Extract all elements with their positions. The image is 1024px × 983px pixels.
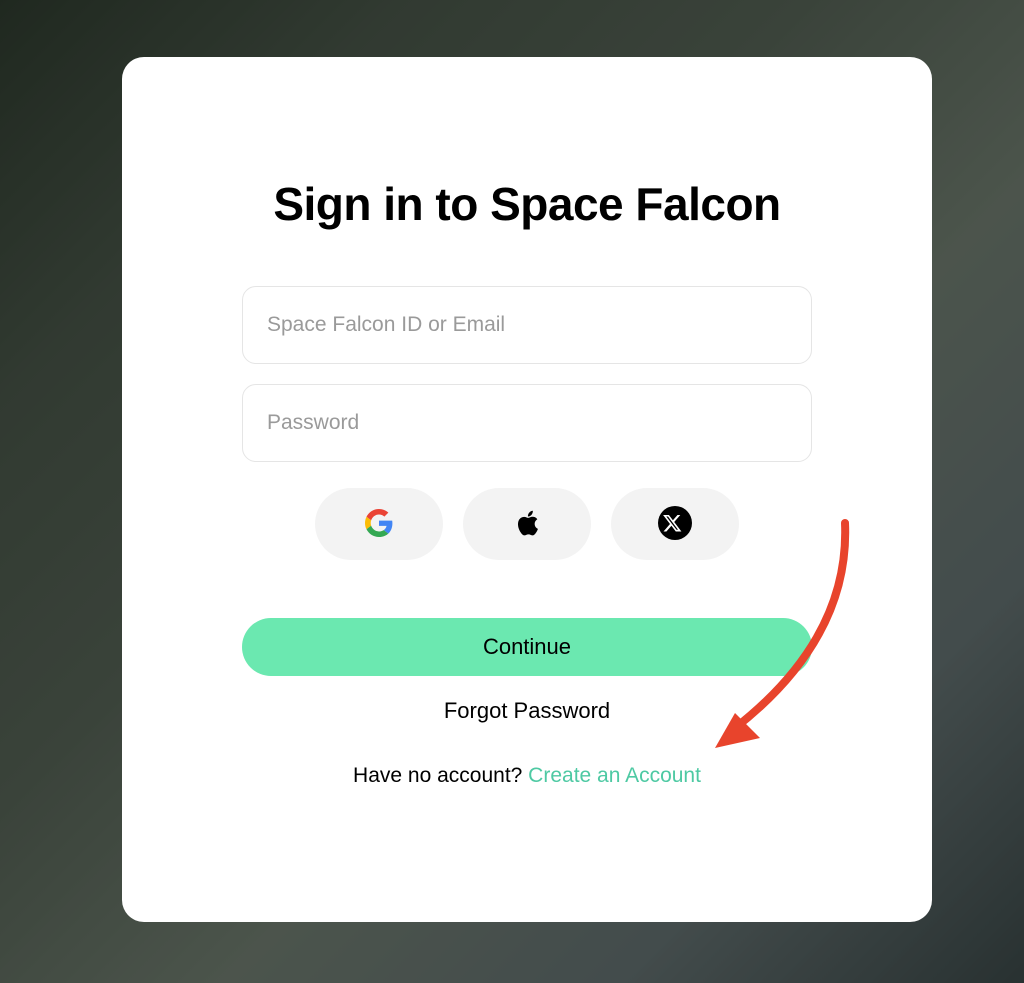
signin-modal: Sign in to Space Falcon <box>122 57 932 922</box>
google-icon <box>365 509 393 540</box>
continue-button[interactable]: Continue <box>242 618 812 676</box>
google-login-button[interactable] <box>315 488 443 560</box>
id-email-input[interactable] <box>242 286 812 364</box>
signin-title: Sign in to Space Falcon <box>273 177 780 231</box>
social-login-row <box>315 488 739 560</box>
no-account-text: Have no account? <box>353 764 528 787</box>
password-input[interactable] <box>242 384 812 462</box>
apple-login-button[interactable] <box>463 488 591 560</box>
create-account-link[interactable]: Create an Account <box>528 764 701 787</box>
x-icon <box>658 506 692 543</box>
create-account-row: Have no account? Create an Account <box>353 764 701 788</box>
forgot-password-link[interactable]: Forgot Password <box>444 698 610 724</box>
apple-icon <box>515 509 539 540</box>
x-login-button[interactable] <box>611 488 739 560</box>
